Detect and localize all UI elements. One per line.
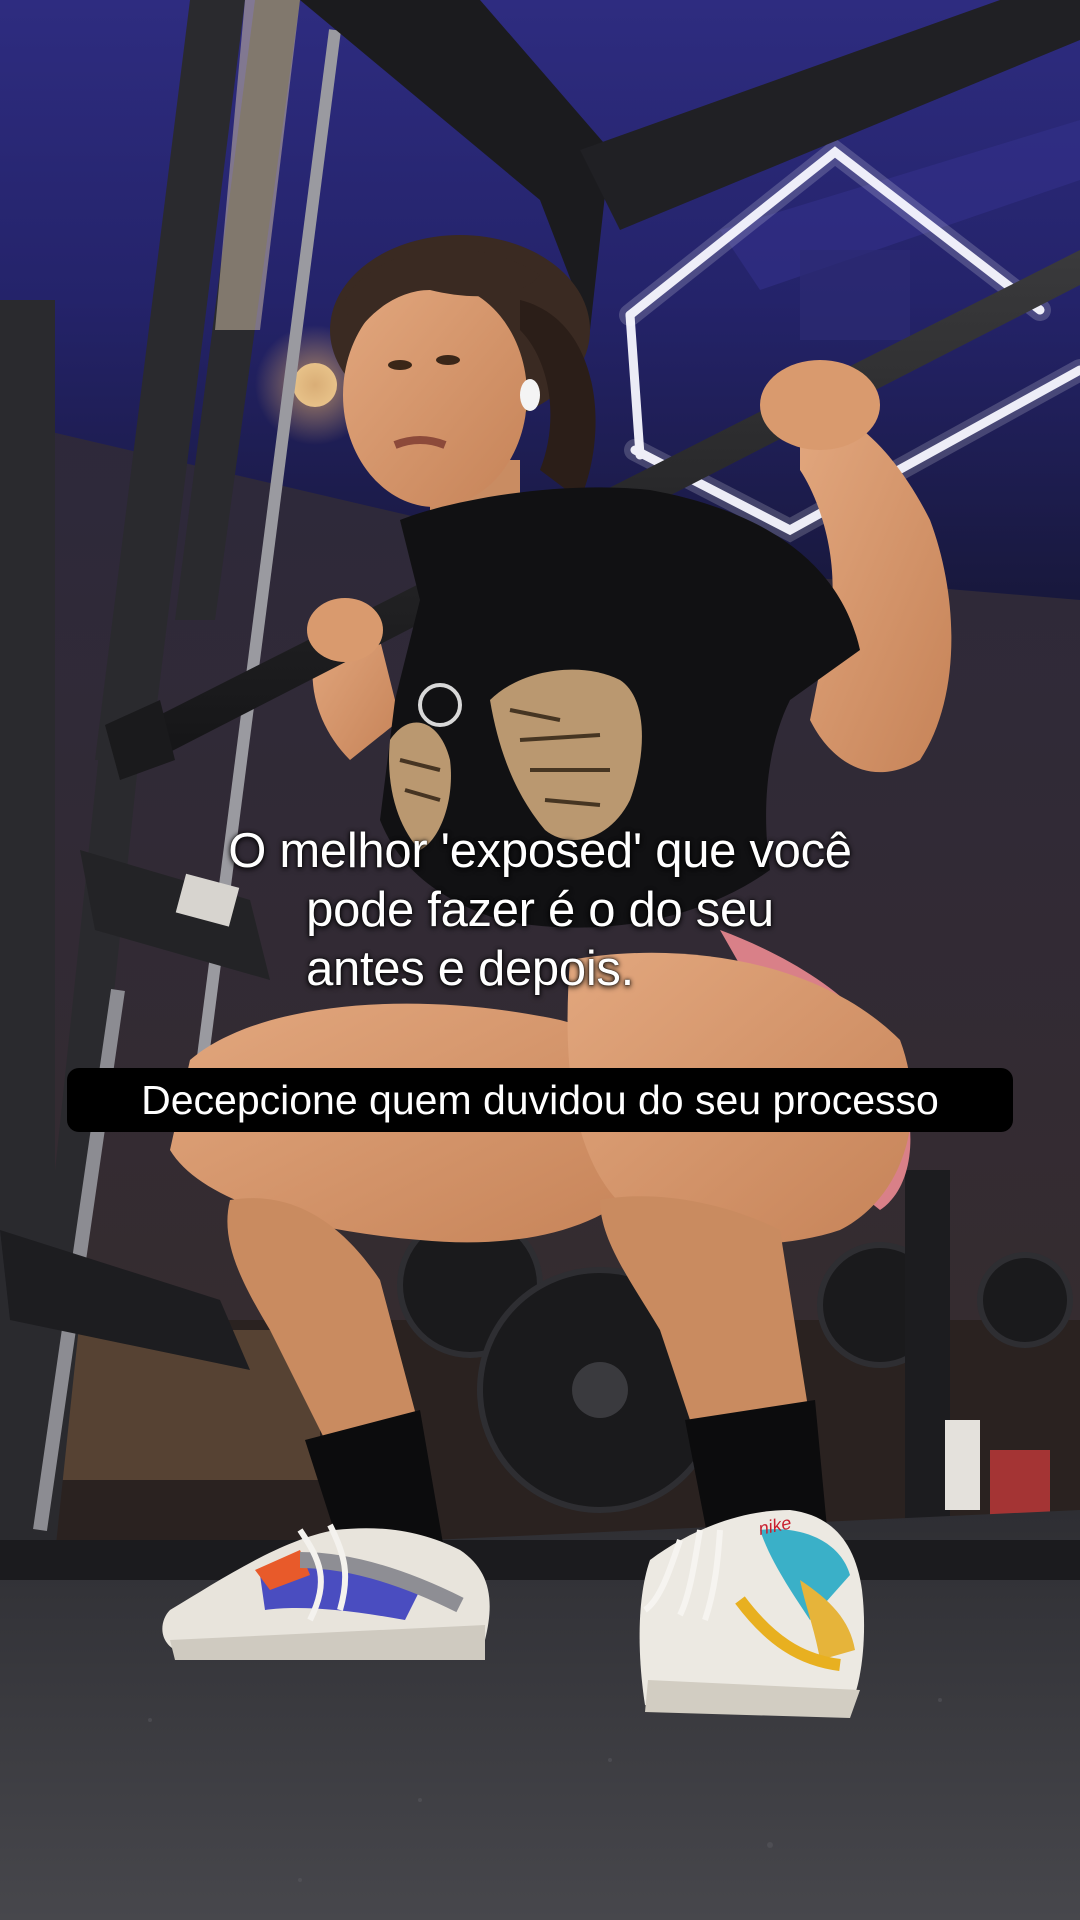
video-frame: nike O melhor 'exposed' que você pode fa… (0, 0, 1080, 1920)
main-caption-line-3: antes e depois. (306, 942, 634, 996)
main-caption: O melhor 'exposed' que você pode fazer é… (90, 822, 990, 999)
main-caption-line-1: O melhor 'exposed' que você (228, 824, 852, 878)
main-caption-line-2: pode fazer é o do seu (306, 883, 774, 937)
sub-caption-label: Decepcione quem duvidou do seu processo (67, 1068, 1013, 1132)
